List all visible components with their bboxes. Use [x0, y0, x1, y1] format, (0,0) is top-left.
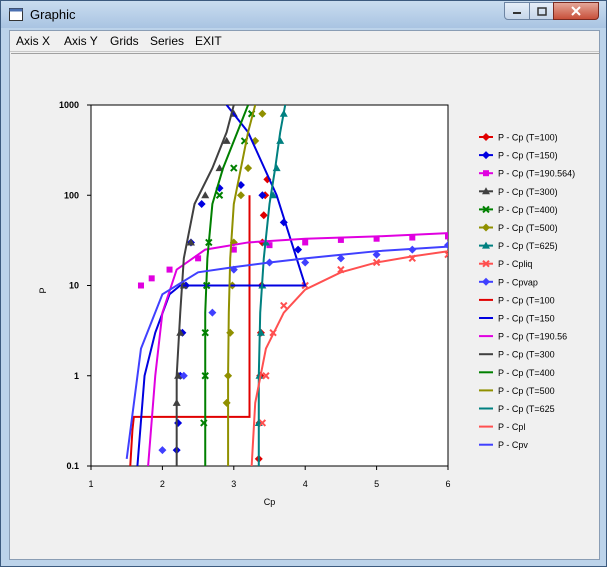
legend-label: P - Cp (T=300: [498, 350, 555, 360]
x-tick-label: 3: [231, 479, 236, 489]
legend-label: P - Cpvap: [498, 277, 538, 287]
app-window: Graphic Axis X Axis Y Grids Series EXIT …: [0, 0, 607, 567]
legend-label: P - Cp (T=500: [498, 386, 555, 396]
x-tick-label: 6: [445, 479, 450, 489]
legend-swatch-marker: [483, 170, 489, 177]
legend-swatch-marker: [482, 151, 490, 160]
x-tick-label: 4: [303, 479, 308, 489]
y-tick-label: 100: [64, 190, 79, 200]
legend-label: P - Cp (T=150: [498, 314, 555, 324]
legend-label: P - Cp (T=400: [498, 368, 555, 378]
legend-label: P - Cp (T=625: [498, 404, 555, 414]
legend-swatch-marker: [482, 223, 490, 232]
legend-label: P - Cpv: [498, 440, 528, 450]
legend-label: P - Cp (T=190.564): [498, 169, 575, 179]
legend-label: P - Cp (T=100: [498, 295, 555, 305]
legend-label: P - Cp (T=300): [498, 187, 558, 197]
series-2-point: [302, 239, 309, 246]
x-axis-label: Cp: [264, 497, 276, 507]
y-tick-label: 0.1: [66, 461, 79, 471]
series-2-point: [445, 233, 448, 240]
legend-label: P - Cpl: [498, 422, 525, 432]
x-tick-label: 5: [374, 479, 379, 489]
chart: 1 2 3 4 5 6 0.1 1 10 100 1000 Cp P P - Cp (T=100) P - …: [38, 100, 575, 507]
legend-label: P - Cp (T=400): [498, 205, 558, 215]
legend-label: P - Cpliq: [498, 259, 532, 269]
legend-label: P - Cp (T=150): [498, 151, 558, 161]
legend-label: P - Cp (T=500): [498, 223, 558, 233]
x-tick-label: 2: [160, 479, 165, 489]
series-2-point: [166, 266, 173, 273]
legend-label: P - Cp (T=190.56: [498, 332, 567, 342]
y-tick-label: 10: [69, 281, 79, 291]
legend-swatch-marker: [482, 133, 490, 141]
y-axis-label: P: [38, 287, 48, 293]
y-tick-label: 1: [74, 371, 79, 381]
y-tick-label: 1000: [59, 100, 79, 110]
legend-swatch-marker: [482, 277, 490, 286]
legend-label: P - Cp (T=625): [498, 241, 558, 251]
x-tick-label: 1: [88, 479, 93, 489]
legend-label: P - Cp (T=100): [498, 133, 558, 143]
series-2-point: [148, 275, 155, 282]
series-2-point: [137, 282, 144, 289]
